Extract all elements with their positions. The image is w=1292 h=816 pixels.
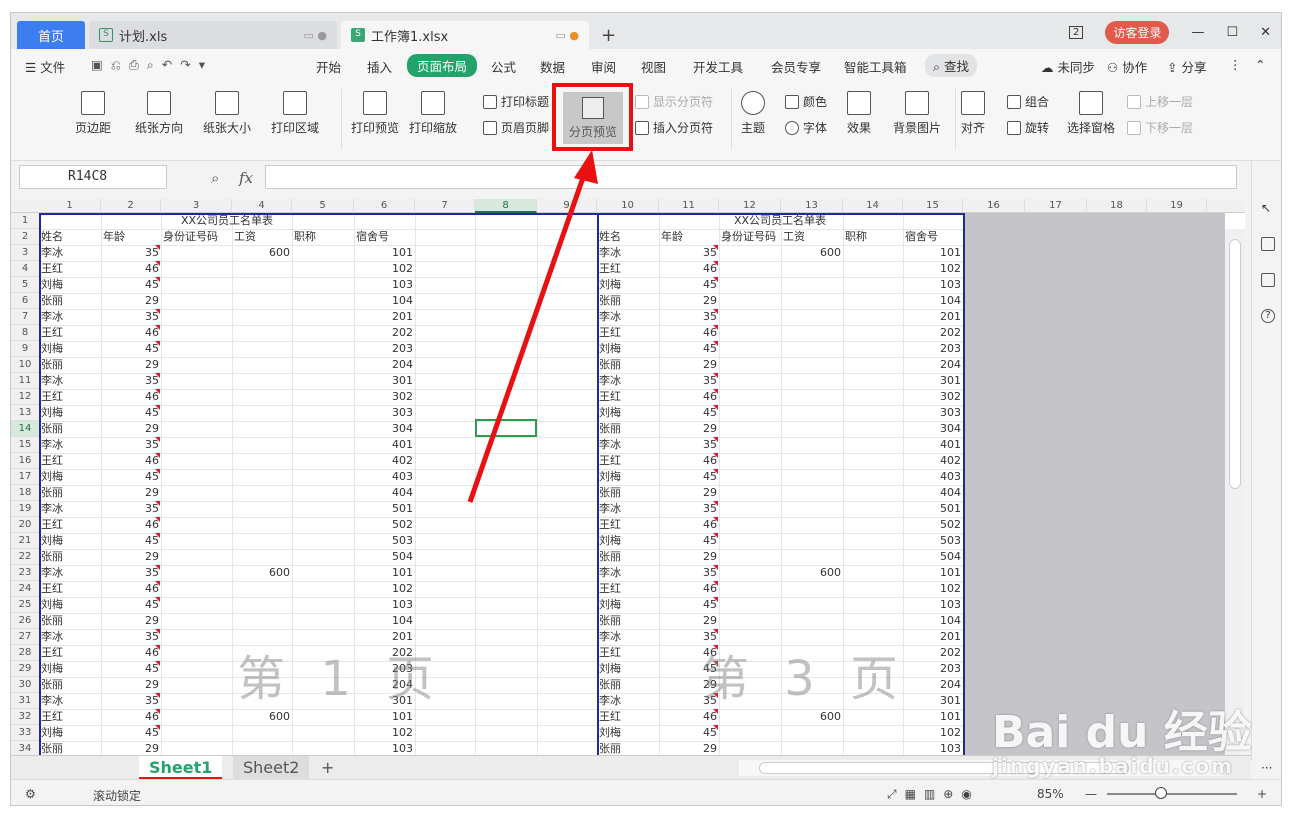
baidu-url: jingyan.baidu.com — [992, 754, 1234, 778]
red-arrow — [467, 150, 598, 503]
baidu-logo: Bai du 经验 — [992, 707, 1252, 758]
